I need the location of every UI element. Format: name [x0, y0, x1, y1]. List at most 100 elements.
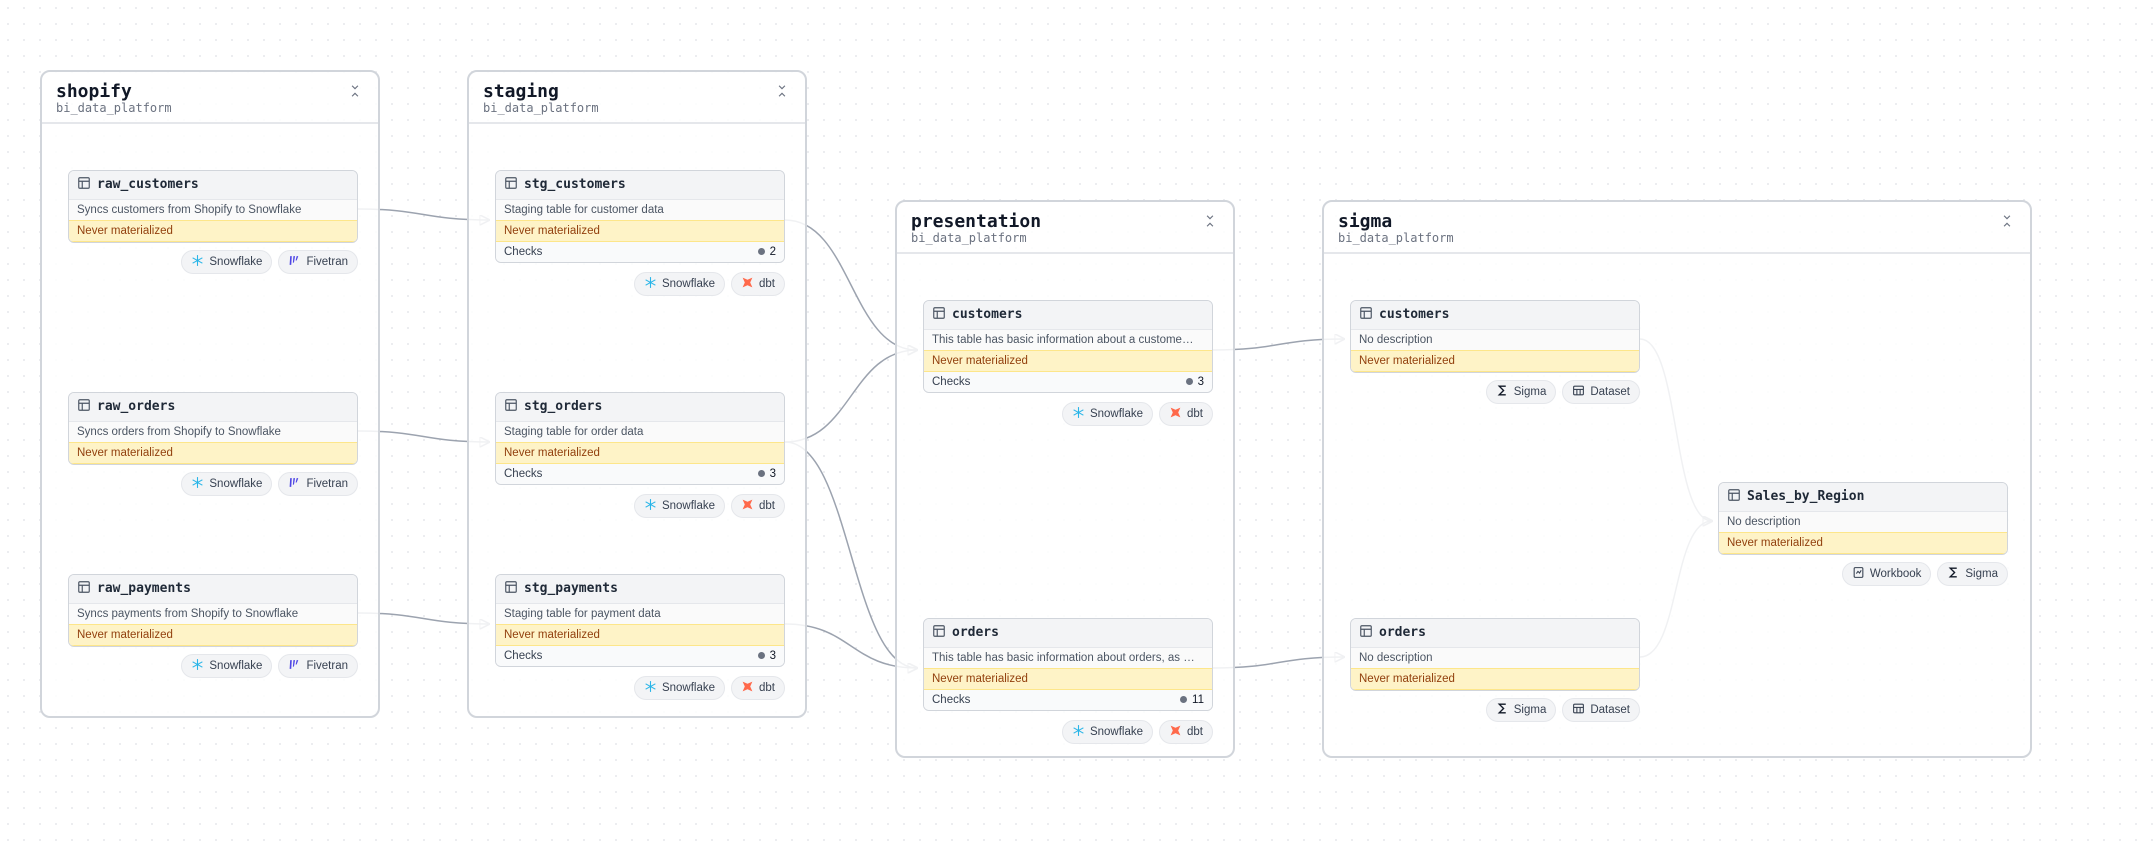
- collapse-icon[interactable]: [773, 82, 791, 100]
- node-header: orders: [1351, 619, 1639, 648]
- node-status: Never materialized: [69, 624, 357, 646]
- group-header: staging bi_data_platform: [469, 72, 805, 124]
- snowflake-icon: [644, 680, 657, 696]
- fivetran-icon: [288, 476, 301, 492]
- chip-label: Snowflake: [662, 278, 715, 290]
- node-title: stg_orders: [524, 399, 602, 414]
- tag-row: Snowflake dbt: [923, 402, 1213, 426]
- chip-snowflake[interactable]: Snowflake: [1062, 402, 1153, 426]
- checks-label: Checks: [932, 376, 970, 388]
- table-icon: [504, 398, 518, 416]
- node-title: Sales_by_Region: [1747, 489, 1864, 504]
- table-icon: [77, 176, 91, 194]
- chip-snowflake[interactable]: Snowflake: [634, 272, 725, 296]
- node-stg_orders[interactable]: stg_orders Staging table for order data …: [495, 392, 785, 485]
- node-title: orders: [952, 625, 999, 640]
- chip-label: Sigma: [1514, 386, 1547, 398]
- group-title: shopify: [56, 82, 172, 102]
- group-header: sigma bi_data_platform: [1324, 202, 2030, 254]
- table-icon: [77, 580, 91, 598]
- checks-label: Checks: [504, 246, 542, 258]
- group-body: customers No description Never materiali…: [1324, 254, 2030, 756]
- chip-snowflake[interactable]: Snowflake: [181, 654, 272, 678]
- node-title: orders: [1379, 625, 1426, 640]
- chip-label: Snowflake: [1090, 408, 1143, 420]
- chip-dbt[interactable]: dbt: [731, 676, 785, 700]
- node-status: Never materialized: [1351, 668, 1639, 690]
- node-s_customers[interactable]: customers No description Never materiali…: [1350, 300, 1640, 373]
- group-subtitle: bi_data_platform: [1338, 232, 1454, 244]
- node-p_orders[interactable]: orders This table has basic information …: [923, 618, 1213, 711]
- node-raw_payments[interactable]: raw_payments Syncs payments from Shopify…: [68, 574, 358, 647]
- snowflake-icon: [191, 476, 204, 492]
- chip-sigma[interactable]: Sigma: [1486, 698, 1557, 722]
- status-dot-icon: [758, 652, 765, 659]
- dbt-icon: [741, 680, 754, 696]
- checks-label: Checks: [504, 468, 542, 480]
- node-description: Staging table for customer data: [496, 200, 784, 220]
- chip-dbt[interactable]: dbt: [731, 272, 785, 296]
- chip-fivetran[interactable]: Fivetran: [278, 654, 358, 678]
- node-raw_customers[interactable]: raw_customers Syncs customers from Shopi…: [68, 170, 358, 243]
- chip-snowflake[interactable]: Snowflake: [634, 494, 725, 518]
- status-dot-icon: [1180, 696, 1187, 703]
- chip-fivetran[interactable]: Fivetran: [278, 250, 358, 274]
- node-status: Never materialized: [924, 350, 1212, 372]
- node-description: No description: [1351, 648, 1639, 668]
- chip-label: dbt: [759, 682, 775, 694]
- collapse-icon[interactable]: [1201, 212, 1219, 230]
- node-header: raw_customers: [69, 171, 357, 200]
- group-body: customers This table has basic informati…: [897, 254, 1233, 756]
- chip-dbt[interactable]: dbt: [1159, 402, 1213, 426]
- node-p_customers[interactable]: customers This table has basic informati…: [923, 300, 1213, 393]
- chip-snowflake[interactable]: Snowflake: [181, 472, 272, 496]
- chip-workbook[interactable]: Workbook: [1842, 562, 1932, 586]
- node-status: Never materialized: [1719, 532, 2007, 554]
- collapse-icon[interactable]: [346, 82, 364, 100]
- chip-fivetran[interactable]: Fivetran: [278, 472, 358, 496]
- chip-dbt[interactable]: dbt: [731, 494, 785, 518]
- dataset-icon: [1572, 702, 1585, 718]
- dbt-icon: [1169, 406, 1182, 422]
- dbt-icon: [741, 276, 754, 292]
- tag-row: Snowflake dbt: [495, 676, 785, 700]
- node-s_sales[interactable]: Sales_by_Region No description Never mat…: [1718, 482, 2008, 555]
- table-icon: [1727, 488, 1741, 506]
- node-raw_orders[interactable]: raw_orders Syncs orders from Shopify to …: [68, 392, 358, 465]
- group-body: raw_customers Syncs customers from Shopi…: [42, 124, 378, 716]
- chip-snowflake[interactable]: Snowflake: [181, 250, 272, 274]
- node-s_orders[interactable]: orders No description Never materialized: [1350, 618, 1640, 691]
- chip-dbt[interactable]: dbt: [1159, 720, 1213, 744]
- snowflake-icon: [1072, 724, 1085, 740]
- chip-label: Fivetran: [306, 660, 348, 672]
- node-title: customers: [1379, 307, 1449, 322]
- sigma-icon: [1496, 384, 1509, 400]
- workbook-icon: [1852, 566, 1865, 582]
- tag-row: Snowflake Fivetran: [68, 250, 358, 274]
- node-description: Staging table for payment data: [496, 604, 784, 624]
- collapse-icon[interactable]: [1998, 212, 2016, 230]
- chip-dataset[interactable]: Dataset: [1562, 380, 1640, 404]
- chip-label: Snowflake: [209, 660, 262, 672]
- tag-row: Snowflake Fivetran: [68, 472, 358, 496]
- node-status: Never materialized: [69, 220, 357, 242]
- chip-label: dbt: [1187, 726, 1203, 738]
- node-header: stg_payments: [496, 575, 784, 604]
- chip-label: Fivetran: [306, 256, 348, 268]
- chip-sigma[interactable]: Sigma: [1937, 562, 2008, 586]
- chip-snowflake[interactable]: Snowflake: [634, 676, 725, 700]
- dbt-icon: [741, 498, 754, 514]
- sigma-icon: [1496, 702, 1509, 718]
- node-description: Syncs payments from Shopify to Snowflake: [69, 604, 357, 624]
- node-stg_customers[interactable]: stg_customers Staging table for customer…: [495, 170, 785, 263]
- chip-sigma[interactable]: Sigma: [1486, 380, 1557, 404]
- tag-row: Sigma Dataset: [1350, 698, 1640, 722]
- chip-snowflake[interactable]: Snowflake: [1062, 720, 1153, 744]
- group-subtitle: bi_data_platform: [911, 232, 1041, 244]
- checks-count: 3: [1198, 376, 1204, 388]
- node-header: customers: [924, 301, 1212, 330]
- chip-dataset[interactable]: Dataset: [1562, 698, 1640, 722]
- dbt-icon: [1169, 724, 1182, 740]
- node-stg_payments[interactable]: stg_payments Staging table for payment d…: [495, 574, 785, 667]
- node-status: Never materialized: [496, 624, 784, 646]
